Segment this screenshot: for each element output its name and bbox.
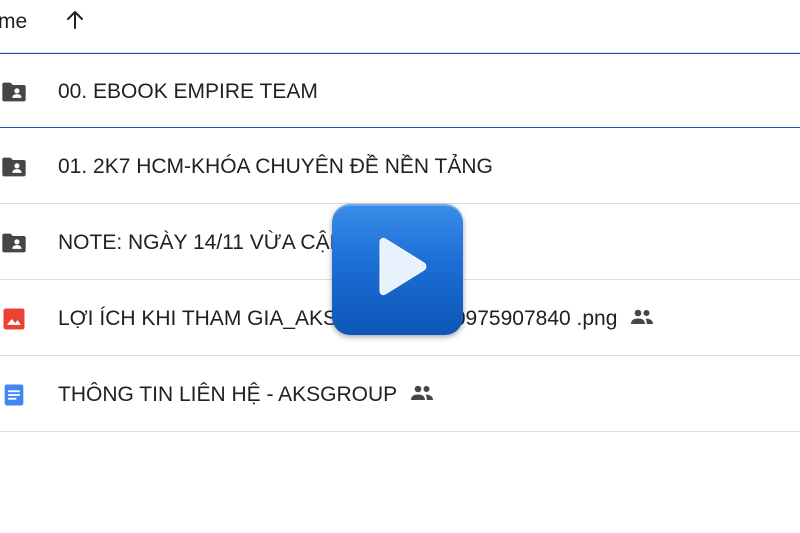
name-column-header[interactable]: me (0, 10, 27, 34)
file-row-ebook-empire-team[interactable]: 00. EBOOK EMPIRE TEAM (0, 53, 800, 128)
play-button[interactable] (332, 204, 463, 335)
file-name: 01. 2K7 HCM-KHÓA CHUYÊN ĐỀ NỀN TẢNG (58, 155, 493, 178)
shared-folder-icon (0, 153, 28, 181)
file-row-thong-tin-lien-he[interactable]: THÔNG TIN LIÊN HỆ - AKSGROUP (0, 357, 800, 432)
list-header: me (0, 0, 800, 53)
shared-people-icon (409, 384, 435, 402)
file-name: NOTE: NGÀY 14/11 VỪA CẬP (58, 231, 344, 254)
image-file-icon (0, 305, 28, 333)
file-row-khoa-chuyen-de[interactable]: 01. 2K7 HCM-KHÓA CHUYÊN ĐỀ NỀN TẢNG (0, 129, 800, 204)
document-file-icon (0, 381, 28, 409)
file-name-head: LỢI ÍCH KHI THAM GIA_AKS (58, 307, 338, 330)
shared-folder-icon (0, 229, 28, 257)
shared-people-icon (629, 308, 655, 326)
file-name: 00. EBOOK EMPIRE TEAM (58, 80, 318, 103)
file-list-view: me 00. EBOOK EMPIRE TEAM 01. 2K7 HCM-KHÓ… (0, 0, 800, 533)
arrow-up-icon[interactable] (63, 8, 87, 32)
shared-folder-icon (0, 78, 28, 106)
file-name-text: THÔNG TIN LIÊN HỆ - AKSGROUP (58, 383, 398, 406)
file-name: THÔNG TIN LIÊN HỆ - AKSGROUP (58, 383, 435, 407)
